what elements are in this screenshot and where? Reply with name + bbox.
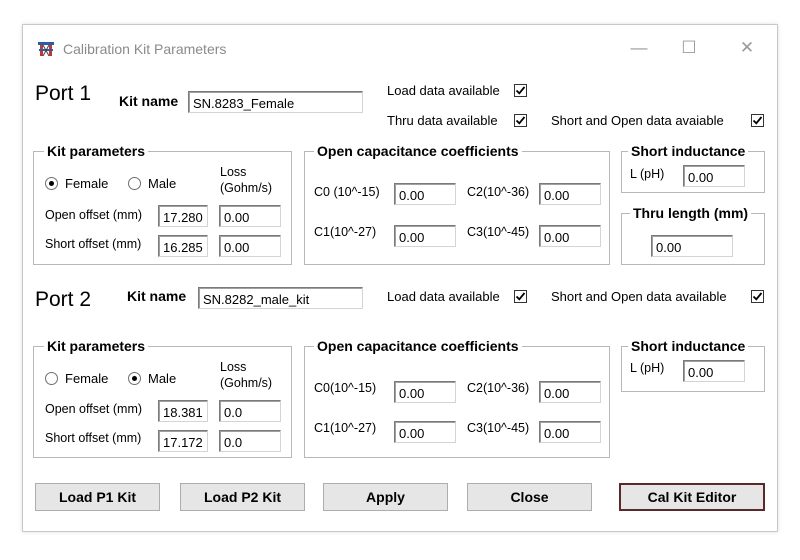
- close-button[interactable]: Close: [467, 483, 592, 511]
- port2-short-offset-label: Short offset (mm): [45, 431, 142, 445]
- port2-kit-name-input[interactable]: [198, 287, 363, 309]
- port1-short-inductance-title: Short inductance: [628, 143, 749, 159]
- port1-load-data-checkbox[interactable]: [514, 84, 527, 97]
- port1-c2-input[interactable]: [539, 183, 601, 205]
- port2-female-label: Female: [65, 371, 109, 386]
- check-icon: [752, 292, 763, 301]
- port1-c2-label: C2(10^-36): [467, 185, 530, 199]
- port1-male-radio[interactable]: [128, 177, 141, 190]
- port2-open-capacitance-title: Open capacitance coefficients: [314, 338, 522, 354]
- port1-thru-data-checkbox[interactable]: [514, 114, 527, 127]
- port2-c0-input[interactable]: [394, 381, 456, 403]
- port2-female-radio[interactable]: [45, 372, 58, 385]
- close-window-button[interactable]: ✕: [727, 35, 767, 61]
- port2-loss-label-2: (Gohm/s): [220, 376, 273, 390]
- port1-c3-input[interactable]: [539, 225, 601, 247]
- port1-load-data-label: Load data available: [387, 83, 500, 98]
- port1-open-capacitance-group: Open capacitance coefficients: [304, 143, 610, 265]
- port2-c3-input[interactable]: [539, 421, 601, 443]
- port2-inductance-input[interactable]: [683, 360, 745, 382]
- port1-c1-input[interactable]: [394, 225, 456, 247]
- title-bar[interactable]: Calibration Kit Parameters — ☐ ✕: [23, 25, 777, 71]
- calibration-kit-window: Calibration Kit Parameters — ☐ ✕ Port 1 …: [22, 24, 778, 532]
- port2-male-label: Male: [148, 371, 177, 386]
- port1-loss-label-1: Loss: [220, 165, 247, 179]
- port2-loss-label-1: Loss: [220, 360, 247, 374]
- port1-c0-label: C0 (10^-15): [314, 185, 380, 199]
- port1-c3-label: C3(10^-45): [467, 225, 530, 239]
- load-p1-kit-button[interactable]: Load P1 Kit: [35, 483, 160, 511]
- port1-open-offset-input[interactable]: [158, 205, 208, 227]
- port2-kit-parameters-title: Kit parameters: [44, 338, 149, 354]
- port2-open-offset-input[interactable]: [158, 400, 208, 422]
- port1-short-open-label: Short and Open data avaiable: [551, 113, 724, 128]
- load-p2-kit-button[interactable]: Load P2 Kit: [180, 483, 305, 511]
- port2-male-radio[interactable]: [128, 372, 141, 385]
- port1-kit-name-label: Kit name: [119, 93, 179, 109]
- port2-open-loss-input[interactable]: [219, 400, 281, 422]
- port1-short-offset-input[interactable]: [158, 235, 208, 257]
- port2-short-loss-input[interactable]: [219, 430, 281, 452]
- check-icon: [515, 86, 526, 95]
- port2-kit-name-label: Kit name: [127, 288, 187, 304]
- port2-c1-label: C1(10^-27): [314, 421, 377, 435]
- minimize-button[interactable]: —: [619, 35, 659, 61]
- radio-selected-dot: [132, 376, 137, 381]
- port2-c2-label: C2(10^-36): [467, 381, 530, 395]
- port1-loss-label-2: (Gohm/s): [220, 181, 273, 195]
- port2-load-data-checkbox[interactable]: [514, 290, 527, 303]
- cal-kit-editor-button[interactable]: Cal Kit Editor: [619, 483, 765, 511]
- port2-c1-input[interactable]: [394, 421, 456, 443]
- port2-short-offset-input[interactable]: [158, 430, 208, 452]
- port1-female-radio[interactable]: [45, 177, 58, 190]
- port2-short-open-label: Short and Open data available: [551, 289, 727, 304]
- port1-kit-name-input[interactable]: [188, 91, 363, 113]
- port2-load-data-label: Load data available: [387, 289, 500, 304]
- port2-c0-label: C0(10^-15): [314, 381, 377, 395]
- port1-short-open-checkbox[interactable]: [751, 114, 764, 127]
- port1-c0-input[interactable]: [394, 183, 456, 205]
- port1-thru-length-title: Thru length (mm): [630, 205, 752, 221]
- apply-button[interactable]: Apply: [323, 483, 448, 511]
- port1-thru-data-label: Thru data available: [387, 113, 498, 128]
- port2-l-ph-label: L (pH): [630, 361, 665, 375]
- port2-short-open-checkbox[interactable]: [751, 290, 764, 303]
- port1-female-label: Female: [65, 176, 109, 191]
- check-icon: [515, 292, 526, 301]
- port1-thru-length-input[interactable]: [651, 235, 733, 257]
- port1-open-offset-label: Open offset (mm): [45, 208, 143, 222]
- port1-kit-parameters-title: Kit parameters: [44, 143, 149, 159]
- port2-c3-label: C3(10^-45): [467, 421, 530, 435]
- port2-short-inductance-title: Short inductance: [628, 338, 749, 354]
- port1-open-loss-input[interactable]: [219, 205, 281, 227]
- port1-inductance-input[interactable]: [683, 165, 745, 187]
- check-icon: [752, 116, 763, 125]
- port1-male-label: Male: [148, 176, 177, 191]
- port1-open-capacitance-title: Open capacitance coefficients: [314, 143, 522, 159]
- port1-label: Port 1: [35, 82, 92, 105]
- port2-open-offset-label: Open offset (mm): [45, 402, 143, 416]
- port1-c1-label: C1(10^-27): [314, 225, 377, 239]
- port1-l-ph-label: L (pH): [630, 167, 665, 181]
- window-title: Calibration Kit Parameters: [63, 41, 227, 57]
- check-icon: [515, 116, 526, 125]
- port1-short-loss-input[interactable]: [219, 235, 281, 257]
- port1-short-offset-label: Short offset (mm): [45, 237, 142, 251]
- port2-label: Port 2: [35, 288, 92, 311]
- port2-c2-input[interactable]: [539, 381, 601, 403]
- app-icon: [38, 42, 54, 57]
- maximize-button[interactable]: ☐: [669, 35, 709, 61]
- radio-selected-dot: [49, 181, 54, 186]
